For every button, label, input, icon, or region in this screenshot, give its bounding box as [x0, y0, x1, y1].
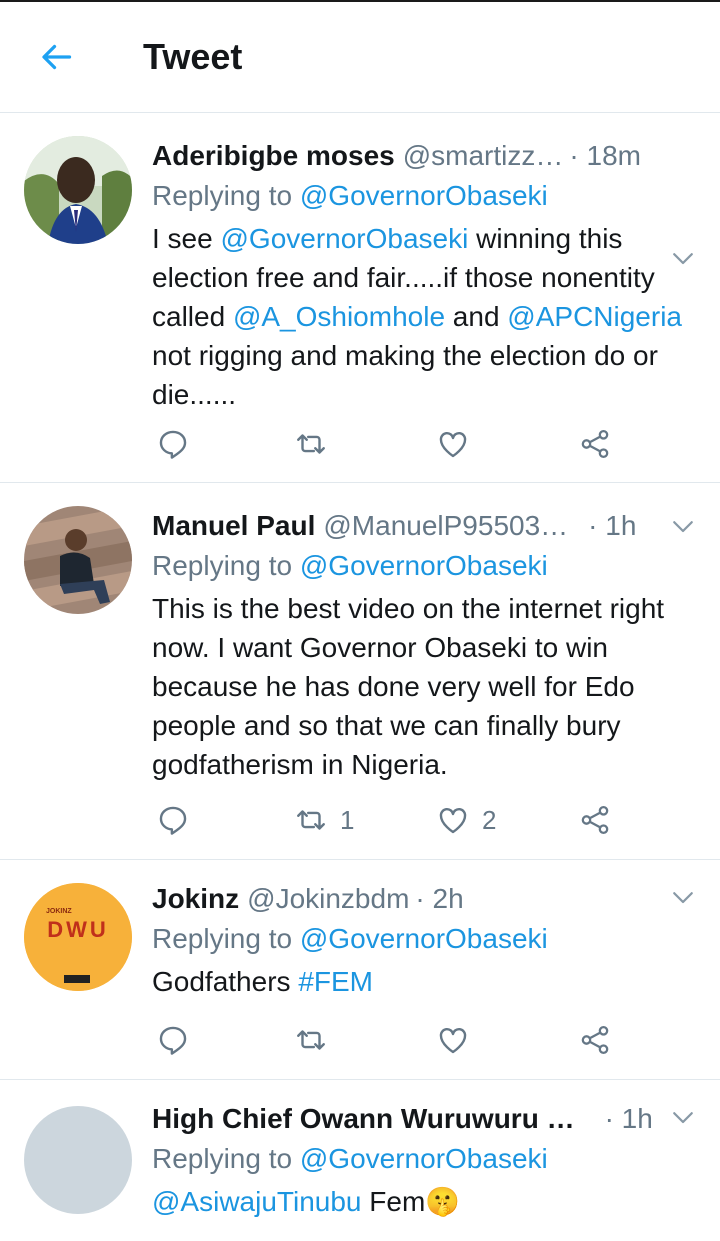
tweet[interactable]: JOKINZ DWU Jokinz @Jokinzbdm · 2h Replyi… [0, 860, 720, 1080]
tweet[interactable]: Aderibigbe moses @smartizz… · 18m Replyi… [0, 113, 720, 483]
avatar[interactable] [24, 136, 132, 244]
like-count: 2 [482, 804, 497, 835]
like-button[interactable] [436, 424, 482, 464]
mention-link[interactable]: @APCNigeria [507, 301, 682, 332]
reply-icon [159, 430, 187, 459]
like-button[interactable]: 2 [436, 800, 496, 840]
tweet-header: Aderibigbe moses @smartizz… · 18m [152, 137, 700, 175]
replying-label: Replying to [152, 550, 293, 581]
timestamp: · 1h [604, 1103, 653, 1134]
tweet-text: This is the best video on the internet r… [152, 589, 700, 784]
share-icon [581, 805, 609, 835]
back-button[interactable] [30, 31, 82, 83]
replying-to: Replying to @GovernorObaseki [152, 547, 700, 585]
retweet-icon [297, 434, 325, 454]
tweet-text-segment: This is the best video on the internet r… [152, 593, 665, 780]
retweet-button[interactable]: 1 [294, 800, 354, 840]
mention-link[interactable]: @GovernorObaseki [220, 223, 468, 254]
retweet-button[interactable] [294, 424, 340, 464]
avatar[interactable] [24, 1106, 132, 1214]
replying-label: Replying to [152, 1143, 293, 1174]
display-name[interactable]: Manuel Paul [152, 507, 315, 545]
tweet-header: Jokinz @Jokinzbdm · 2h [152, 880, 700, 918]
display-name[interactable]: Jokinz [152, 880, 239, 918]
page-title: Tweet [143, 36, 243, 77]
replying-to-link[interactable]: @GovernorObaseki [300, 550, 548, 581]
reply-button[interactable] [156, 424, 190, 464]
share-button[interactable] [578, 800, 612, 840]
tweet-text: Godfathers #FEM [152, 962, 700, 1001]
replying-to-link[interactable]: @GovernorObaseki [300, 180, 548, 211]
avatar-logo-text: DWU [47, 917, 109, 942]
chevron-down-icon[interactable] [668, 511, 698, 541]
retweet-icon [297, 1030, 325, 1050]
timestamp: · 2h [415, 883, 464, 914]
replying-to: Replying to @GovernorObaseki [152, 1140, 700, 1178]
tweet-text-segment: 🤫 [425, 1186, 461, 1217]
user-handle[interactable]: @Jokinzbdm [247, 880, 409, 918]
like-icon [439, 431, 467, 458]
retweet-button[interactable] [294, 1020, 340, 1060]
replying-to-link[interactable]: @GovernorObaseki [300, 923, 548, 954]
tweet-text: I see @GovernorObaseki winning this elec… [152, 219, 700, 414]
display-name[interactable]: High Chief Owann Wuruwuru … [152, 1100, 575, 1138]
tweet-text-segment: Godfathers [152, 966, 299, 997]
share-icon [581, 1025, 609, 1055]
share-button[interactable] [578, 424, 612, 464]
avatar[interactable] [24, 506, 132, 614]
replying-to: Replying to @GovernorObaseki [152, 177, 700, 215]
tweet-header: High Chief Owann Wuruwuru … · 1h [152, 1100, 700, 1138]
mention-link[interactable]: @AsiwajuTinubu [152, 1186, 361, 1217]
display-name[interactable]: Aderibigbe moses [152, 137, 395, 175]
tweet-text-segment: not rigging and making the election do o… [152, 340, 658, 410]
reply-icon [159, 806, 187, 835]
chevron-down-icon[interactable] [668, 243, 698, 273]
replying-to: Replying to @GovernorObaseki [152, 920, 700, 958]
chevron-down-icon[interactable] [668, 1102, 698, 1132]
replying-label: Replying to [152, 923, 293, 954]
user-handle[interactable]: @smartizz… [403, 137, 564, 175]
chevron-down-icon[interactable] [668, 882, 698, 912]
retweet-icon [297, 810, 325, 830]
tweet-text-segment: Fem [361, 1186, 426, 1217]
tweet-header: Manuel Paul @ManuelP95503… · 1h [152, 507, 700, 545]
reply-button[interactable] [156, 1020, 190, 1060]
replying-to-link[interactable]: @GovernorObaseki [300, 1143, 548, 1174]
timestamp: · 1h [588, 510, 637, 541]
user-handle[interactable]: @ManuelP95503… [323, 507, 568, 545]
tweet[interactable]: Manuel Paul @ManuelP95503… · 1h Replying… [0, 483, 720, 860]
share-button[interactable] [578, 1020, 612, 1060]
top-app-bar: Tweet [0, 2, 720, 113]
like-icon [439, 1027, 467, 1054]
reply-icon [159, 1026, 187, 1055]
share-icon [581, 429, 609, 459]
timestamp: · 18m [569, 140, 641, 171]
tweet-text-segment: and [445, 301, 508, 332]
mention-link[interactable]: @A_Oshiomhole [233, 301, 445, 332]
replying-label: Replying to [152, 180, 293, 211]
tweet-text-segment: I see [152, 223, 221, 254]
reply-button[interactable] [156, 800, 190, 840]
tweet-text: @AsiwajuTinubu Fem🤫 [152, 1182, 700, 1221]
tweet[interactable]: High Chief Owann Wuruwuru … · 1h Replyin… [0, 1080, 720, 1241]
avatar-logo-small-text: JOKINZ [46, 908, 72, 915]
retweet-count: 1 [340, 804, 355, 835]
like-icon [439, 807, 467, 834]
avatar[interactable]: JOKINZ DWU [24, 883, 132, 991]
back-arrow-icon [42, 44, 72, 70]
mention-link[interactable]: #FEM [298, 966, 373, 997]
like-button[interactable] [436, 1020, 482, 1060]
